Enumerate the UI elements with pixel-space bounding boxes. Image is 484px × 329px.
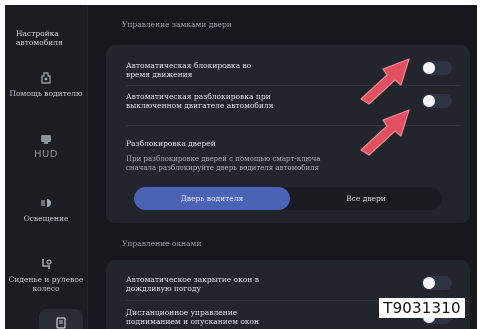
remote-window-label: Дистанционное управление подниманием и о…	[126, 308, 260, 326]
toggle-knob	[423, 277, 435, 289]
sidebar-item-hud[interactable]: HUD	[5, 133, 87, 160]
callout-arrow-2	[360, 109, 410, 156]
sidebar-item-label: Освещение	[23, 214, 69, 223]
windows-card: Автоматическое закрытие окон в дождливую…	[106, 260, 470, 329]
auto-close-rain-toggle[interactable]	[422, 276, 452, 290]
figure-code-label: T9031310	[379, 298, 465, 318]
auto-close-rain-label: Автоматическое закрытие окон в дождливую…	[126, 275, 259, 293]
callout-arrow-1	[360, 58, 410, 105]
auto-unlock-label: Автоматическая разблокировка при выключе…	[126, 92, 274, 110]
sidebar-item-car-settings[interactable]: Настройка автомобиля	[5, 29, 87, 47]
lighting-icon	[39, 197, 53, 209]
auto-lock-label: Автоматическая блокировка во время движе…	[126, 61, 252, 79]
settings-screen: Настройка автомобиля Помощь водителю HUD…	[5, 5, 477, 329]
hud-display-icon	[39, 133, 53, 145]
sidebar-item-label: HUD	[33, 149, 59, 160]
sidebar-item-label: Помощь водителю	[9, 89, 83, 98]
sidebar-item-door-windows[interactable]	[39, 309, 83, 329]
unlock-doors-description: При разблокировке дверей с помощью смарт…	[126, 155, 321, 172]
auto-lock-toggle[interactable]	[422, 61, 452, 75]
section-title-windows: Управление окнами	[122, 239, 202, 248]
auto-unlock-toggle[interactable]	[422, 94, 452, 108]
option-all-doors[interactable]: Все двери	[290, 187, 442, 210]
document-icon	[54, 317, 68, 329]
sidebar-item-driver-assist[interactable]: Помощь водителю	[5, 72, 87, 98]
sidebar: Настройка автомобиля Помощь водителю HUD…	[5, 5, 87, 329]
sidebar-divider	[87, 5, 88, 329]
driver-assist-icon	[39, 72, 53, 84]
section-title-door-locks: Управление замками двери	[122, 20, 232, 29]
toggle-knob	[423, 62, 435, 74]
option-driver-door[interactable]: Дверь водителя	[134, 187, 290, 210]
seat-steering-icon	[39, 258, 53, 270]
unlock-doors-selector: Дверь водителя Все двери	[134, 187, 442, 210]
sidebar-item-seat-steering[interactable]: Сиденье и рулевое колесо	[5, 258, 87, 293]
sidebar-item-lighting[interactable]: Освещение	[5, 197, 87, 223]
sidebar-item-label: Настройка автомобиля	[16, 29, 63, 47]
toggle-knob	[423, 95, 435, 107]
unlock-doors-label: Разблокировка дверей	[126, 139, 216, 148]
sidebar-item-label: Сиденье и рулевое колесо	[8, 275, 84, 293]
